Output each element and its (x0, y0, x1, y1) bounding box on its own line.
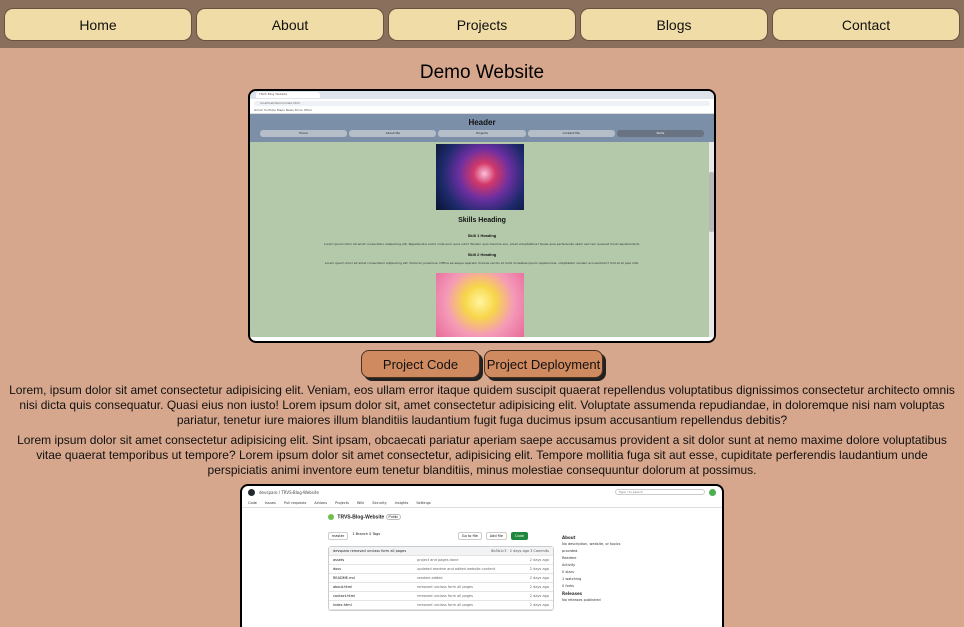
preview-nav-item: Skills (616, 130, 705, 137)
preview-scrollthumb (709, 172, 714, 232)
file-time: 2 days ago (529, 603, 549, 607)
project-screenshot-preview: TRVS Blog Website localhost/demo/index.h… (248, 89, 716, 343)
top-navbar: Home About Projects Blogs Contact (0, 0, 964, 48)
browser-url: localhost/demo/index.html (254, 100, 710, 106)
github-repo-tabs: Code Issues Pull requests Actions Projec… (242, 498, 722, 508)
about-text: No description, website, or topics provi… (562, 542, 621, 553)
github-tab: Actions (314, 500, 328, 505)
project-code-button[interactable]: Project Code (361, 350, 480, 378)
table-row: docs updated readme and added website co… (329, 565, 553, 574)
about-item: Activity (562, 563, 576, 567)
repo-name: TRVS-Blog-Website (337, 514, 385, 521)
file-name: index.html (333, 603, 352, 607)
nav-projects-button[interactable]: Projects (388, 8, 576, 41)
preview-skills-heading: Skills Heading (458, 217, 506, 224)
github-topbar: devsparo / TRVS-Blog-Website Type / to s… (242, 486, 722, 498)
code-button: Code (511, 532, 528, 540)
nav-about-button[interactable]: About (196, 8, 384, 41)
github-tab: Pull requests (283, 500, 307, 505)
preview-site-header: Header Home About Me Projects Contact Me… (250, 114, 714, 142)
releases-title: Releases (562, 591, 583, 596)
preview-site-nav: Home About Me Projects Contact Me Skills (250, 127, 714, 137)
github-tab: Projects (335, 500, 349, 505)
table-row: README.md readme added 2 days ago (329, 574, 553, 583)
project-deployment-button[interactable]: Project Deployment (484, 350, 603, 378)
branch-select: master (328, 532, 349, 540)
file-name: README.md (333, 576, 355, 580)
releases-text: No releases published (562, 598, 601, 602)
repo-avatar-icon (328, 514, 334, 520)
commit-meta: 6b5b1c3 · 2 days ago 3 Commits (491, 549, 549, 553)
browser-tabbar: TRVS Blog Website (250, 91, 714, 99)
file-name: docs (333, 567, 342, 571)
preview-skill2-text: Lorem ipsum dolor sit amet consectetur a… (324, 261, 640, 265)
github-tab: Settings (416, 500, 431, 505)
github-repo-title: TRVS-Blog-Website Public (328, 514, 402, 521)
description-paragraph-2: Lorem ipsum dolor sit amet consectetur a… (17, 433, 947, 477)
github-file-controls: master 1 Branch 0 Tags Go to file Add fi… (328, 532, 528, 540)
table-row: assets project and pages done 2 days ago (329, 556, 553, 565)
goto-file-input: Go to file (457, 532, 482, 540)
file-time: 2 days ago (529, 567, 549, 571)
file-name: about.html (333, 585, 353, 589)
about-title: About (562, 535, 576, 540)
file-commit: updated readme and added website content (417, 567, 496, 571)
file-time: 2 days ago (529, 585, 549, 589)
anime-wand-image (436, 144, 524, 210)
anime-character-image (436, 273, 524, 337)
github-logo-icon (248, 488, 255, 496)
nav-contact-button[interactable]: Contact (772, 8, 960, 41)
github-search: Type / to search (615, 489, 705, 495)
browser-bookmarks: Gmail YouTube Maps News Drive Other (250, 107, 714, 114)
file-commit: removed unclass form all pages (417, 603, 473, 607)
preview-skill2-heading: Skill 2 Heading (467, 252, 497, 257)
preview-nav-item: About Me (349, 130, 437, 137)
nav-home-button[interactable]: Home (4, 8, 192, 41)
file-name: contact.html (333, 594, 356, 598)
table-row: index.html removed unclass form all page… (329, 601, 553, 610)
browser-address-bar: localhost/demo/index.html (250, 99, 714, 107)
file-name: assets (333, 558, 345, 562)
file-commit: removed unclass form all pages (417, 594, 473, 598)
file-time: 2 days ago (529, 558, 549, 562)
branch-info: 1 Branch 0 Tags (352, 532, 381, 536)
file-commit: project and pages done (417, 558, 459, 562)
description-paragraph-1: Lorem, ipsum dolor sit amet consectetur … (9, 383, 955, 427)
preview-nav-item: Projects (438, 130, 526, 137)
github-tab: Wiki (356, 500, 365, 505)
browser-tab: TRVS Blog Website (256, 92, 320, 98)
commit-message: devsparo removed unclass form all pages (333, 549, 407, 553)
github-screenshot-preview: devsparo / TRVS-Blog-Website Type / to s… (240, 484, 724, 627)
nav-blogs-button[interactable]: Blogs (580, 8, 768, 41)
preview-nav-item: Home (260, 130, 348, 137)
github-tab: Issues (264, 500, 276, 505)
table-row: about.html removed unclass form all page… (329, 583, 553, 592)
github-tab: Code (248, 500, 257, 505)
table-row: contact.html removed unclass form all pa… (329, 592, 553, 601)
repo-visibility-badge: Public (385, 514, 402, 521)
preview-header-title: Header (468, 118, 496, 127)
about-item: 1 watching (562, 577, 582, 581)
preview-nav-item: Contact Me (527, 130, 615, 137)
file-commit: removed unclass form all pages (417, 585, 473, 589)
github-breadcrumb: devsparo / TRVS-Blog-Website (259, 489, 319, 495)
about-item: Readme (562, 556, 577, 560)
file-commit: readme added (417, 576, 443, 580)
preview-scrollbar (709, 142, 714, 337)
github-tab: Insights (394, 500, 409, 505)
page-title: Demo Website (419, 62, 545, 83)
github-file-table: devsparo removed unclass form all pages … (328, 546, 554, 611)
avatar (709, 488, 716, 496)
file-time: 2 days ago (529, 594, 549, 598)
preview-skill1-text: Lorem ipsum dolor sit amet consectetur a… (324, 242, 640, 246)
preview-skill1-heading: Skill 1 Heading (467, 233, 497, 238)
file-time: 2 days ago (529, 576, 549, 580)
github-about-panel: About No description, website, or topics… (562, 534, 638, 604)
preview-site-body: Skills Heading Skill 1 Heading Lorem ips… (250, 142, 714, 337)
github-tab: Security (372, 500, 387, 505)
commit-header-row: devsparo removed unclass form all pages … (329, 547, 553, 556)
add-file-button: Add file (485, 532, 508, 540)
about-item: 0 stars (562, 570, 574, 574)
about-item: 0 forks (562, 584, 575, 588)
